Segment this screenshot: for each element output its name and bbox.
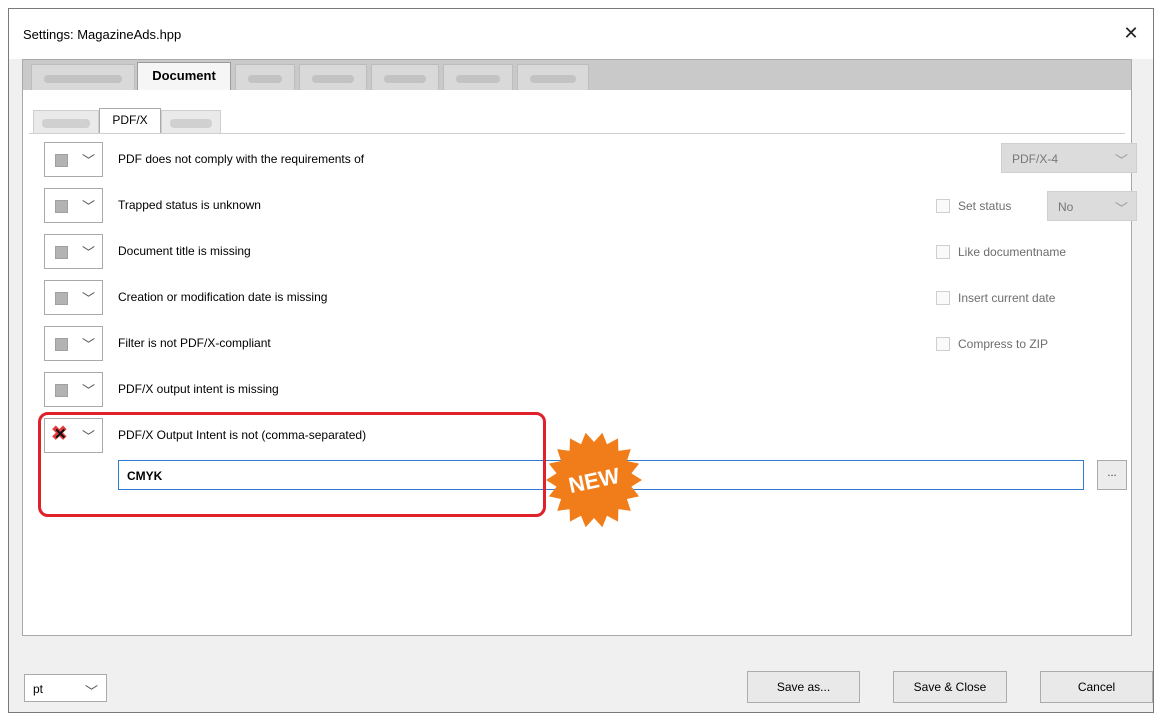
tab-pages[interactable]	[235, 64, 295, 90]
severity-dropdown[interactable]: ﹀	[44, 372, 103, 407]
chevron-down-icon: ﹀	[82, 245, 96, 260]
unit-select[interactable]: pt ﹀	[24, 674, 107, 702]
tab-images[interactable]	[299, 64, 367, 90]
insert-date-checkbox[interactable]	[936, 291, 950, 305]
outer-tab-bar: Document	[22, 59, 1132, 92]
insert-date-label: Insert current date	[958, 291, 1056, 305]
browse-button[interactable]: ...	[1097, 460, 1127, 490]
severity-dropdown[interactable]: ﹀	[44, 326, 103, 361]
severity-dropdown[interactable]: ﹀	[44, 234, 103, 269]
severity-dropdown[interactable]: ﹀	[44, 188, 103, 223]
save-as-button[interactable]: Save as...	[747, 671, 860, 703]
chevron-down-icon: ﹀	[82, 383, 96, 398]
chevron-down-icon: ﹀	[82, 337, 96, 352]
inner-tab-bar: PDF/X	[29, 108, 1125, 134]
close-icon[interactable]: ✕	[1119, 21, 1143, 45]
like-documentname-label: Like documentname	[958, 245, 1067, 259]
chevron-down-icon: ﹀	[82, 199, 96, 214]
rule-label: PDF does not comply with the requirement…	[118, 152, 365, 166]
subtab-general[interactable]	[33, 110, 99, 134]
checkbox-square-icon	[55, 200, 68, 213]
set-status-checkbox[interactable]	[936, 199, 950, 213]
checkbox-square-icon	[55, 154, 68, 167]
compress-zip-label: Compress to ZIP	[958, 337, 1049, 351]
status-select[interactable]: No ﹀	[1047, 191, 1137, 221]
set-status-label: Set status	[958, 199, 1012, 213]
rule-label: Trapped status is unknown	[118, 198, 261, 212]
chevron-down-icon: ﹀	[82, 153, 96, 168]
pdfx-version-select[interactable]: PDF/X-4 ﹀	[1001, 143, 1137, 173]
new-badge: NEW	[546, 432, 642, 528]
subtab-pdfx[interactable]: PDF/X	[99, 108, 161, 134]
rule-label: Document title is missing	[118, 244, 251, 258]
tab-document[interactable]: Document	[137, 62, 231, 92]
severity-dropdown[interactable]: ﹀	[44, 280, 103, 315]
subtab-other[interactable]	[161, 110, 221, 134]
tab-other[interactable]	[517, 64, 589, 90]
chevron-down-icon: ﹀	[1114, 201, 1128, 216]
rule-label: Filter is not PDF/X-compliant	[118, 336, 271, 350]
compress-zip-checkbox[interactable]	[936, 337, 950, 351]
tab-fonts[interactable]	[371, 64, 439, 90]
highlight-frame	[38, 412, 546, 517]
document-panel: PDF/X	[22, 90, 1132, 636]
checkbox-square-icon	[55, 384, 68, 397]
window-title: Settings: MagazineAds.hpp	[23, 27, 182, 42]
tab-general[interactable]	[31, 64, 135, 90]
chevron-down-icon: ﹀	[84, 684, 98, 699]
like-documentname-checkbox[interactable]	[936, 245, 950, 259]
title-bar: Settings: MagazineAds.hpp ✕	[9, 9, 1153, 59]
rule-label: PDF/X output intent is missing	[118, 382, 279, 396]
checkbox-square-icon	[55, 246, 68, 259]
severity-dropdown[interactable]: ﹀	[44, 142, 103, 177]
cancel-button[interactable]: Cancel	[1040, 671, 1153, 703]
tab-divider	[29, 133, 1125, 134]
checkbox-square-icon	[55, 292, 68, 305]
tab-colors[interactable]	[443, 64, 513, 90]
checkbox-square-icon	[55, 338, 68, 351]
chevron-down-icon: ﹀	[1114, 153, 1128, 168]
save-close-button[interactable]: Save & Close	[893, 671, 1007, 703]
rule-label: Creation or modification date is missing	[118, 290, 328, 304]
chevron-down-icon: ﹀	[82, 291, 96, 306]
